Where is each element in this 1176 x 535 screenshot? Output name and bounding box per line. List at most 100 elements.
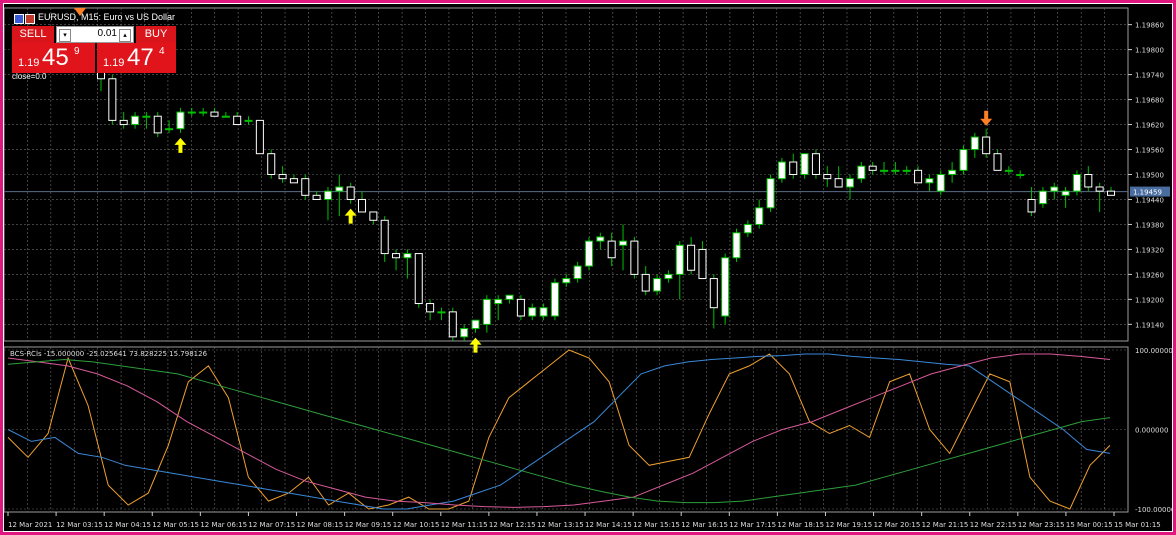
candle-body [357, 198, 367, 213]
flag-icon-us [25, 14, 35, 24]
x-tick-label: 12 Mar 09:15 [345, 521, 392, 529]
candle-body [823, 174, 832, 180]
candle-body [437, 311, 446, 314]
candle-body [119, 119, 128, 126]
candle-body [539, 307, 548, 317]
x-tick-label: 12 Mar 08:15 [297, 521, 344, 529]
candle-body [233, 115, 242, 126]
candle-body [982, 136, 991, 155]
candle-body [800, 153, 809, 175]
candle-body [1095, 186, 1104, 192]
candle-body [244, 119, 253, 122]
candle-body [789, 161, 798, 175]
lot-increase-icon[interactable]: ▴ [119, 29, 131, 42]
candle-body [743, 223, 752, 234]
candle-body [993, 153, 1002, 171]
candle-body [448, 311, 457, 338]
lot-value[interactable]: 0.01 [98, 28, 117, 39]
candle-body [925, 178, 934, 184]
candle-body [755, 207, 764, 225]
x-tick-label: 12 Mar 07:15 [248, 521, 295, 529]
y-tick-label: 1.19500 [1135, 172, 1164, 180]
candle-body [1084, 174, 1093, 188]
x-tick-label: 12 Mar 17:15 [729, 521, 776, 529]
candle-body [880, 169, 889, 172]
close-label: close=0.0 [12, 72, 47, 81]
candle-body [891, 169, 900, 172]
sell-price-box[interactable]: 1.19 45 9 [12, 43, 95, 73]
candle-body [267, 153, 276, 175]
lot-decrease-icon[interactable]: ▾ [59, 29, 71, 42]
y-tick-label: 1.19740 [1135, 72, 1164, 80]
indicator-y-tick-label: 100.000000 [1135, 347, 1172, 355]
candle-body [482, 298, 491, 325]
y-tick-label: 1.19260 [1135, 271, 1164, 279]
candle-body [1004, 169, 1013, 172]
x-tick-label: 12 Mar 20:15 [874, 521, 921, 529]
candle-body [777, 161, 786, 180]
y-tick-label: 1.19620 [1135, 122, 1164, 130]
lot-stepper[interactable]: ▾ 0.01 ▴ [56, 26, 134, 43]
candle-body [1016, 174, 1025, 176]
candle-body [550, 282, 559, 317]
x-tick-label: 12 Mar 14:15 [585, 521, 632, 529]
candle-body [142, 115, 151, 118]
candle-body [914, 169, 923, 184]
current-price-label: 1.19459 [1133, 189, 1162, 197]
candle-body [619, 240, 628, 246]
y-tick-label: 1.19560 [1135, 147, 1164, 155]
candle-body [573, 265, 582, 280]
y-tick-label: 1.19200 [1135, 296, 1164, 304]
candle-body [936, 174, 945, 192]
chart-area: 1.19860 1.19800 1.19740 1.19680 1.19620 1.195… [3, 4, 1176, 531]
x-tick-label: 12 Mar 2021 [8, 521, 52, 529]
candle-body [959, 149, 968, 171]
candle-body [1072, 174, 1081, 192]
candle-body [312, 194, 321, 200]
candle-body [709, 278, 718, 309]
candle-body [698, 248, 707, 280]
x-tick-label: 12 Mar 22:15 [970, 521, 1017, 529]
candle-body [1027, 198, 1036, 213]
sell-price-sup: 9 [74, 46, 80, 57]
candle-body [596, 236, 605, 242]
candle-body [460, 328, 469, 338]
candle-body [199, 111, 208, 114]
candle-body [732, 232, 741, 259]
candle-body [505, 294, 514, 300]
x-tick-label: 15 Mar 01:15 [1114, 521, 1161, 529]
sell-button[interactable]: SELL [12, 26, 54, 43]
candle-body [948, 169, 957, 175]
buy-label: BUY [144, 28, 168, 40]
y-tick-label: 1.19680 [1135, 97, 1164, 105]
candle-body [471, 319, 480, 330]
candle-body [301, 178, 310, 196]
buy-arrow-icon [469, 337, 482, 353]
candle-body [811, 153, 820, 175]
candle-body [210, 111, 219, 117]
candle-body [675, 244, 684, 275]
candle-body [255, 119, 264, 155]
candle-body [528, 307, 537, 317]
candle-body [1061, 190, 1070, 196]
x-tick-label: 12 Mar 11:15 [441, 521, 488, 529]
buy-price-prefix: 1.19 [103, 57, 125, 69]
x-tick-label: 12 Mar 05:15 [152, 521, 199, 529]
x-tick-label: 12 Mar 23:15 [1018, 521, 1065, 529]
candle-body [414, 253, 423, 305]
buy-button[interactable]: BUY [136, 26, 176, 43]
y-tick-label: 1.19320 [1135, 246, 1164, 254]
sell-label: SELL [19, 28, 47, 40]
rci-series-line [7, 353, 1111, 510]
candle-body [380, 219, 389, 255]
candle-body [153, 115, 162, 134]
candle-body [323, 190, 332, 200]
buy-price-digits: 47 [127, 44, 154, 71]
buy-price-sup: 4 [159, 46, 165, 57]
candle-body [607, 240, 616, 259]
candle-body [1038, 190, 1047, 205]
candle-body [516, 298, 525, 317]
y-tick-label: 1.19860 [1135, 22, 1164, 30]
buy-price-box[interactable]: 1.19 47 4 [97, 43, 176, 73]
candle-body [1050, 186, 1059, 192]
